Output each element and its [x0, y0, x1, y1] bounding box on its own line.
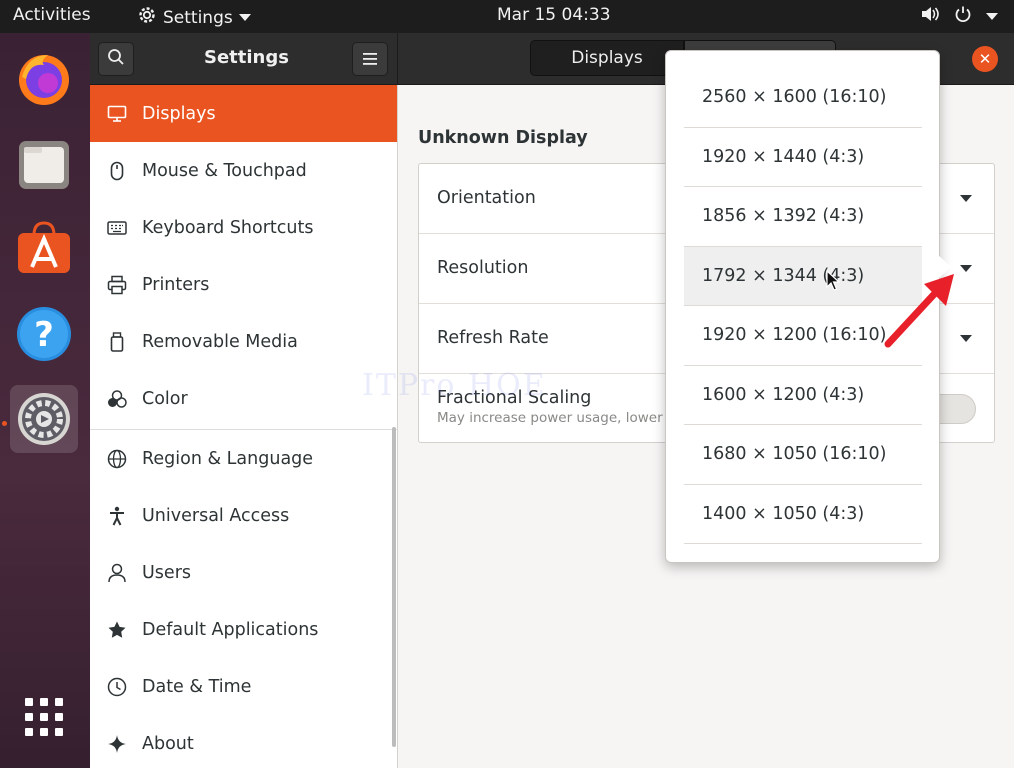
resolution-option[interactable]: 1400 × 1050 (4:3) — [684, 485, 922, 544]
volume-icon — [920, 5, 940, 28]
display-icon — [90, 105, 142, 123]
gear-icon — [137, 5, 157, 30]
refresh-rate-label: Refresh Rate — [437, 328, 549, 348]
search-icon — [107, 48, 125, 70]
sidebar-item-label: Default Applications — [142, 619, 319, 640]
sidebar-item-label: Keyboard Shortcuts — [142, 217, 314, 238]
resolution-option[interactable]: 1856 × 1392 (4:3) — [684, 187, 922, 247]
top-bar: Activities Settings Mar 15 04:33 — [0, 0, 1014, 33]
settings-icon[interactable] — [10, 385, 78, 453]
fractional-scaling-description: May increase power usage, lower — [437, 410, 663, 426]
sidebar-item-label: Mouse & Touchpad — [142, 160, 307, 181]
printer-icon — [90, 275, 142, 295]
mouse-icon — [90, 161, 142, 181]
chevron-down-icon — [986, 13, 998, 20]
sidebar-header: Settings — [90, 33, 398, 85]
resolution-option[interactable]: 1920 × 1440 (4:3) — [684, 128, 922, 187]
close-icon: ✕ — [978, 50, 992, 68]
clock-icon — [90, 677, 142, 697]
software-icon[interactable] — [10, 215, 78, 283]
clock[interactable]: Mar 15 04:33 — [497, 5, 611, 25]
svg-text:?: ? — [34, 315, 54, 355]
window-title: Settings — [204, 47, 289, 68]
sidebar-item-printers[interactable]: Printers — [90, 256, 397, 313]
firefox-icon[interactable] — [10, 45, 78, 113]
tab-displays[interactable]: Displays — [530, 40, 684, 76]
help-icon[interactable]: ? — [10, 300, 78, 368]
running-indicator — [2, 421, 7, 426]
color-icon — [90, 389, 142, 408]
chevron-down-icon — [960, 195, 972, 202]
sidebar-item-region-language[interactable]: Region & Language — [90, 430, 397, 487]
watermark: ITPro HOE — [362, 368, 547, 403]
resolution-option[interactable]: 1600 × 1200 (4:3) — [684, 366, 922, 425]
annotation-arrow-icon — [880, 270, 960, 354]
resolution-option[interactable]: 2560 × 1600 (16:10) — [684, 68, 922, 128]
removable-media-icon — [90, 331, 142, 352]
sidebar-item-displays[interactable]: Displays — [90, 85, 397, 142]
user-icon — [90, 563, 142, 583]
sidebar-item-label: Removable Media — [142, 331, 298, 352]
dock: ? — [0, 33, 90, 768]
resolution-option[interactable]: 1680 × 1050 (16:10) — [684, 425, 922, 485]
about-icon — [90, 734, 142, 754]
globe-icon — [90, 449, 142, 469]
search-button[interactable] — [98, 42, 134, 76]
sidebar-item-label: About — [142, 733, 194, 754]
chevron-down-icon — [238, 14, 251, 21]
menu-button[interactable] — [352, 42, 388, 76]
sidebar-item-label: Displays — [142, 103, 216, 124]
activities-button[interactable]: Activities — [13, 5, 91, 25]
resolution-label: Resolution — [437, 258, 529, 278]
files-icon[interactable] — [10, 130, 78, 198]
sidebar-item-date-time[interactable]: Date & Time — [90, 658, 397, 715]
sidebar-item-keyboard-shortcuts[interactable]: Keyboard Shortcuts — [90, 199, 397, 256]
sidebar-item-label: Region & Language — [142, 448, 314, 469]
app-menu-label: Settings — [163, 7, 233, 28]
sidebar-item-label: Date & Time — [142, 676, 252, 697]
sidebar-item-label: Universal Access — [142, 505, 290, 526]
sidebar-item-removable-media[interactable]: Removable Media — [90, 313, 397, 370]
sidebar-item-color[interactable]: Color — [90, 370, 397, 427]
sidebar-item-mouse-touchpad[interactable]: Mouse & Touchpad — [90, 142, 397, 199]
keyboard-icon — [90, 220, 142, 235]
sidebar-item-label: Color — [142, 388, 188, 409]
chevron-down-icon — [960, 265, 972, 272]
app-grid-icon[interactable] — [10, 683, 78, 751]
power-icon — [954, 5, 972, 28]
hamburger-icon — [363, 50, 377, 69]
sidebar-item-users[interactable]: Users — [90, 544, 397, 601]
sidebar-item-universal-access[interactable]: Universal Access — [90, 487, 397, 544]
app-menu[interactable]: Settings — [137, 5, 251, 30]
close-button[interactable]: ✕ — [972, 46, 998, 72]
sidebar-scrollbar[interactable] — [392, 427, 396, 747]
sidebar-item-about[interactable]: About — [90, 715, 397, 768]
sidebar: Displays Mouse & Touchpad Keyboard Short… — [90, 85, 398, 768]
accessibility-icon — [90, 506, 142, 526]
system-tray[interactable] — [920, 5, 998, 28]
chevron-down-icon — [960, 335, 972, 342]
orientation-label: Orientation — [437, 188, 536, 208]
sidebar-item-label: Users — [142, 562, 192, 583]
sidebar-item-label: Printers — [142, 274, 210, 295]
mouse-cursor-icon — [826, 269, 841, 296]
display-name-heading: Unknown Display — [418, 128, 588, 148]
sidebar-item-default-applications[interactable]: Default Applications — [90, 601, 397, 658]
star-icon — [90, 620, 142, 640]
